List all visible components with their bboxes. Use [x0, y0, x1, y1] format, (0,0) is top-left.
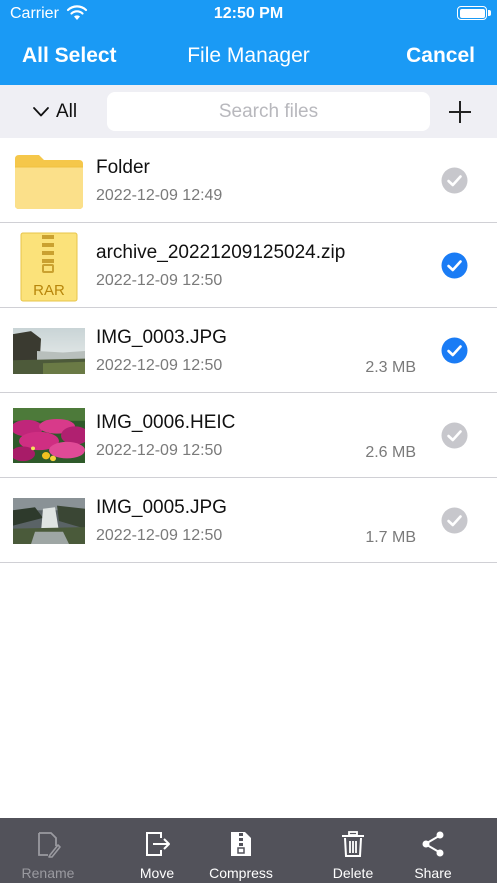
- move-button[interactable]: Move: [127, 818, 187, 883]
- file-name: Folder: [96, 157, 150, 178]
- file-name: IMG_0005.JPG: [96, 497, 227, 518]
- battery-icon: [457, 6, 491, 20]
- image-thumbnail-waterfall: [13, 498, 85, 544]
- file-row-img-0006[interactable]: IMG_0006.HEIC 2022-12-09 12:50 2.6 MB: [0, 393, 497, 478]
- selection-checkbox[interactable]: [441, 252, 468, 279]
- filter-dropdown[interactable]: All: [32, 101, 77, 123]
- compress-icon: [231, 832, 251, 856]
- file-row-folder[interactable]: Folder 2022-12-09 12:49: [0, 138, 497, 223]
- file-date: 2022-12-09 12:50: [96, 357, 223, 374]
- chevron-down-icon: [33, 107, 49, 117]
- file-list: Folder 2022-12-09 12:49 RAR archive_2022…: [0, 138, 497, 563]
- selection-checkbox[interactable]: [441, 167, 468, 194]
- file-name: archive_20221209125024.zip: [96, 242, 346, 263]
- file-size: 2.6 MB: [365, 444, 416, 461]
- unchecked-icon: [441, 507, 468, 534]
- image-thumbnail-coast: [13, 328, 85, 374]
- file-row-img-0005[interactable]: IMG_0005.JPG 2022-12-09 12:50 1.7 MB: [0, 478, 497, 563]
- svg-text:RAR: RAR: [33, 282, 65, 299]
- checked-icon: [441, 337, 468, 364]
- file-row-archive[interactable]: RAR archive_20221209125024.zip 2022-12-0…: [0, 223, 497, 308]
- unchecked-icon: [441, 422, 468, 449]
- file-date: 2022-12-09 12:49: [96, 187, 223, 204]
- move-label: Move: [139, 865, 175, 881]
- navigation-bar: All Select File Manager Cancel: [0, 28, 497, 85]
- select-all-button[interactable]: All Select: [22, 44, 117, 68]
- bottom-toolbar: Rename Move Compress Delete Share: [0, 818, 497, 883]
- delete-button[interactable]: Delete: [322, 818, 384, 883]
- rename-icon: [38, 832, 61, 858]
- compress-label: Compress: [209, 865, 273, 881]
- share-icon: [422, 831, 444, 857]
- unchecked-icon: [441, 167, 468, 194]
- clock: 12:50 PM: [213, 5, 284, 22]
- file-name: IMG_0006.HEIC: [96, 412, 236, 433]
- file-date: 2022-12-09 12:50: [96, 272, 223, 289]
- search-bar: All: [0, 85, 497, 138]
- file-size: 1.7 MB: [365, 529, 416, 546]
- cancel-button[interactable]: Cancel: [406, 44, 475, 68]
- file-size: 2.3 MB: [365, 359, 416, 376]
- selection-checkbox[interactable]: [441, 422, 468, 449]
- status-bar: Carrier 12:50 PM: [0, 0, 497, 28]
- trash-icon: [342, 831, 364, 857]
- selection-checkbox[interactable]: [441, 337, 468, 364]
- rar-archive-icon: RAR: [20, 232, 78, 302]
- image-thumbnail-flowers: [13, 408, 85, 463]
- delete-label: Delete: [332, 865, 374, 881]
- file-name: IMG_0003.JPG: [96, 327, 227, 348]
- compress-button[interactable]: Compress: [202, 818, 280, 883]
- rename-button[interactable]: Rename: [14, 818, 82, 883]
- file-date: 2022-12-09 12:50: [96, 527, 223, 544]
- file-row-img-0003[interactable]: IMG_0003.JPG 2022-12-09 12:50 2.3 MB: [0, 308, 497, 393]
- share-button[interactable]: Share: [403, 818, 463, 883]
- rename-label: Rename: [21, 865, 75, 881]
- file-date: 2022-12-09 12:50: [96, 442, 223, 459]
- selection-checkbox[interactable]: [441, 507, 468, 534]
- search-input[interactable]: [107, 92, 430, 131]
- folder-icon: [15, 155, 83, 209]
- share-label: Share: [414, 865, 452, 881]
- move-icon: [146, 832, 170, 856]
- checked-icon: [441, 252, 468, 279]
- filter-label: All: [56, 101, 78, 122]
- add-icon[interactable]: [445, 97, 475, 127]
